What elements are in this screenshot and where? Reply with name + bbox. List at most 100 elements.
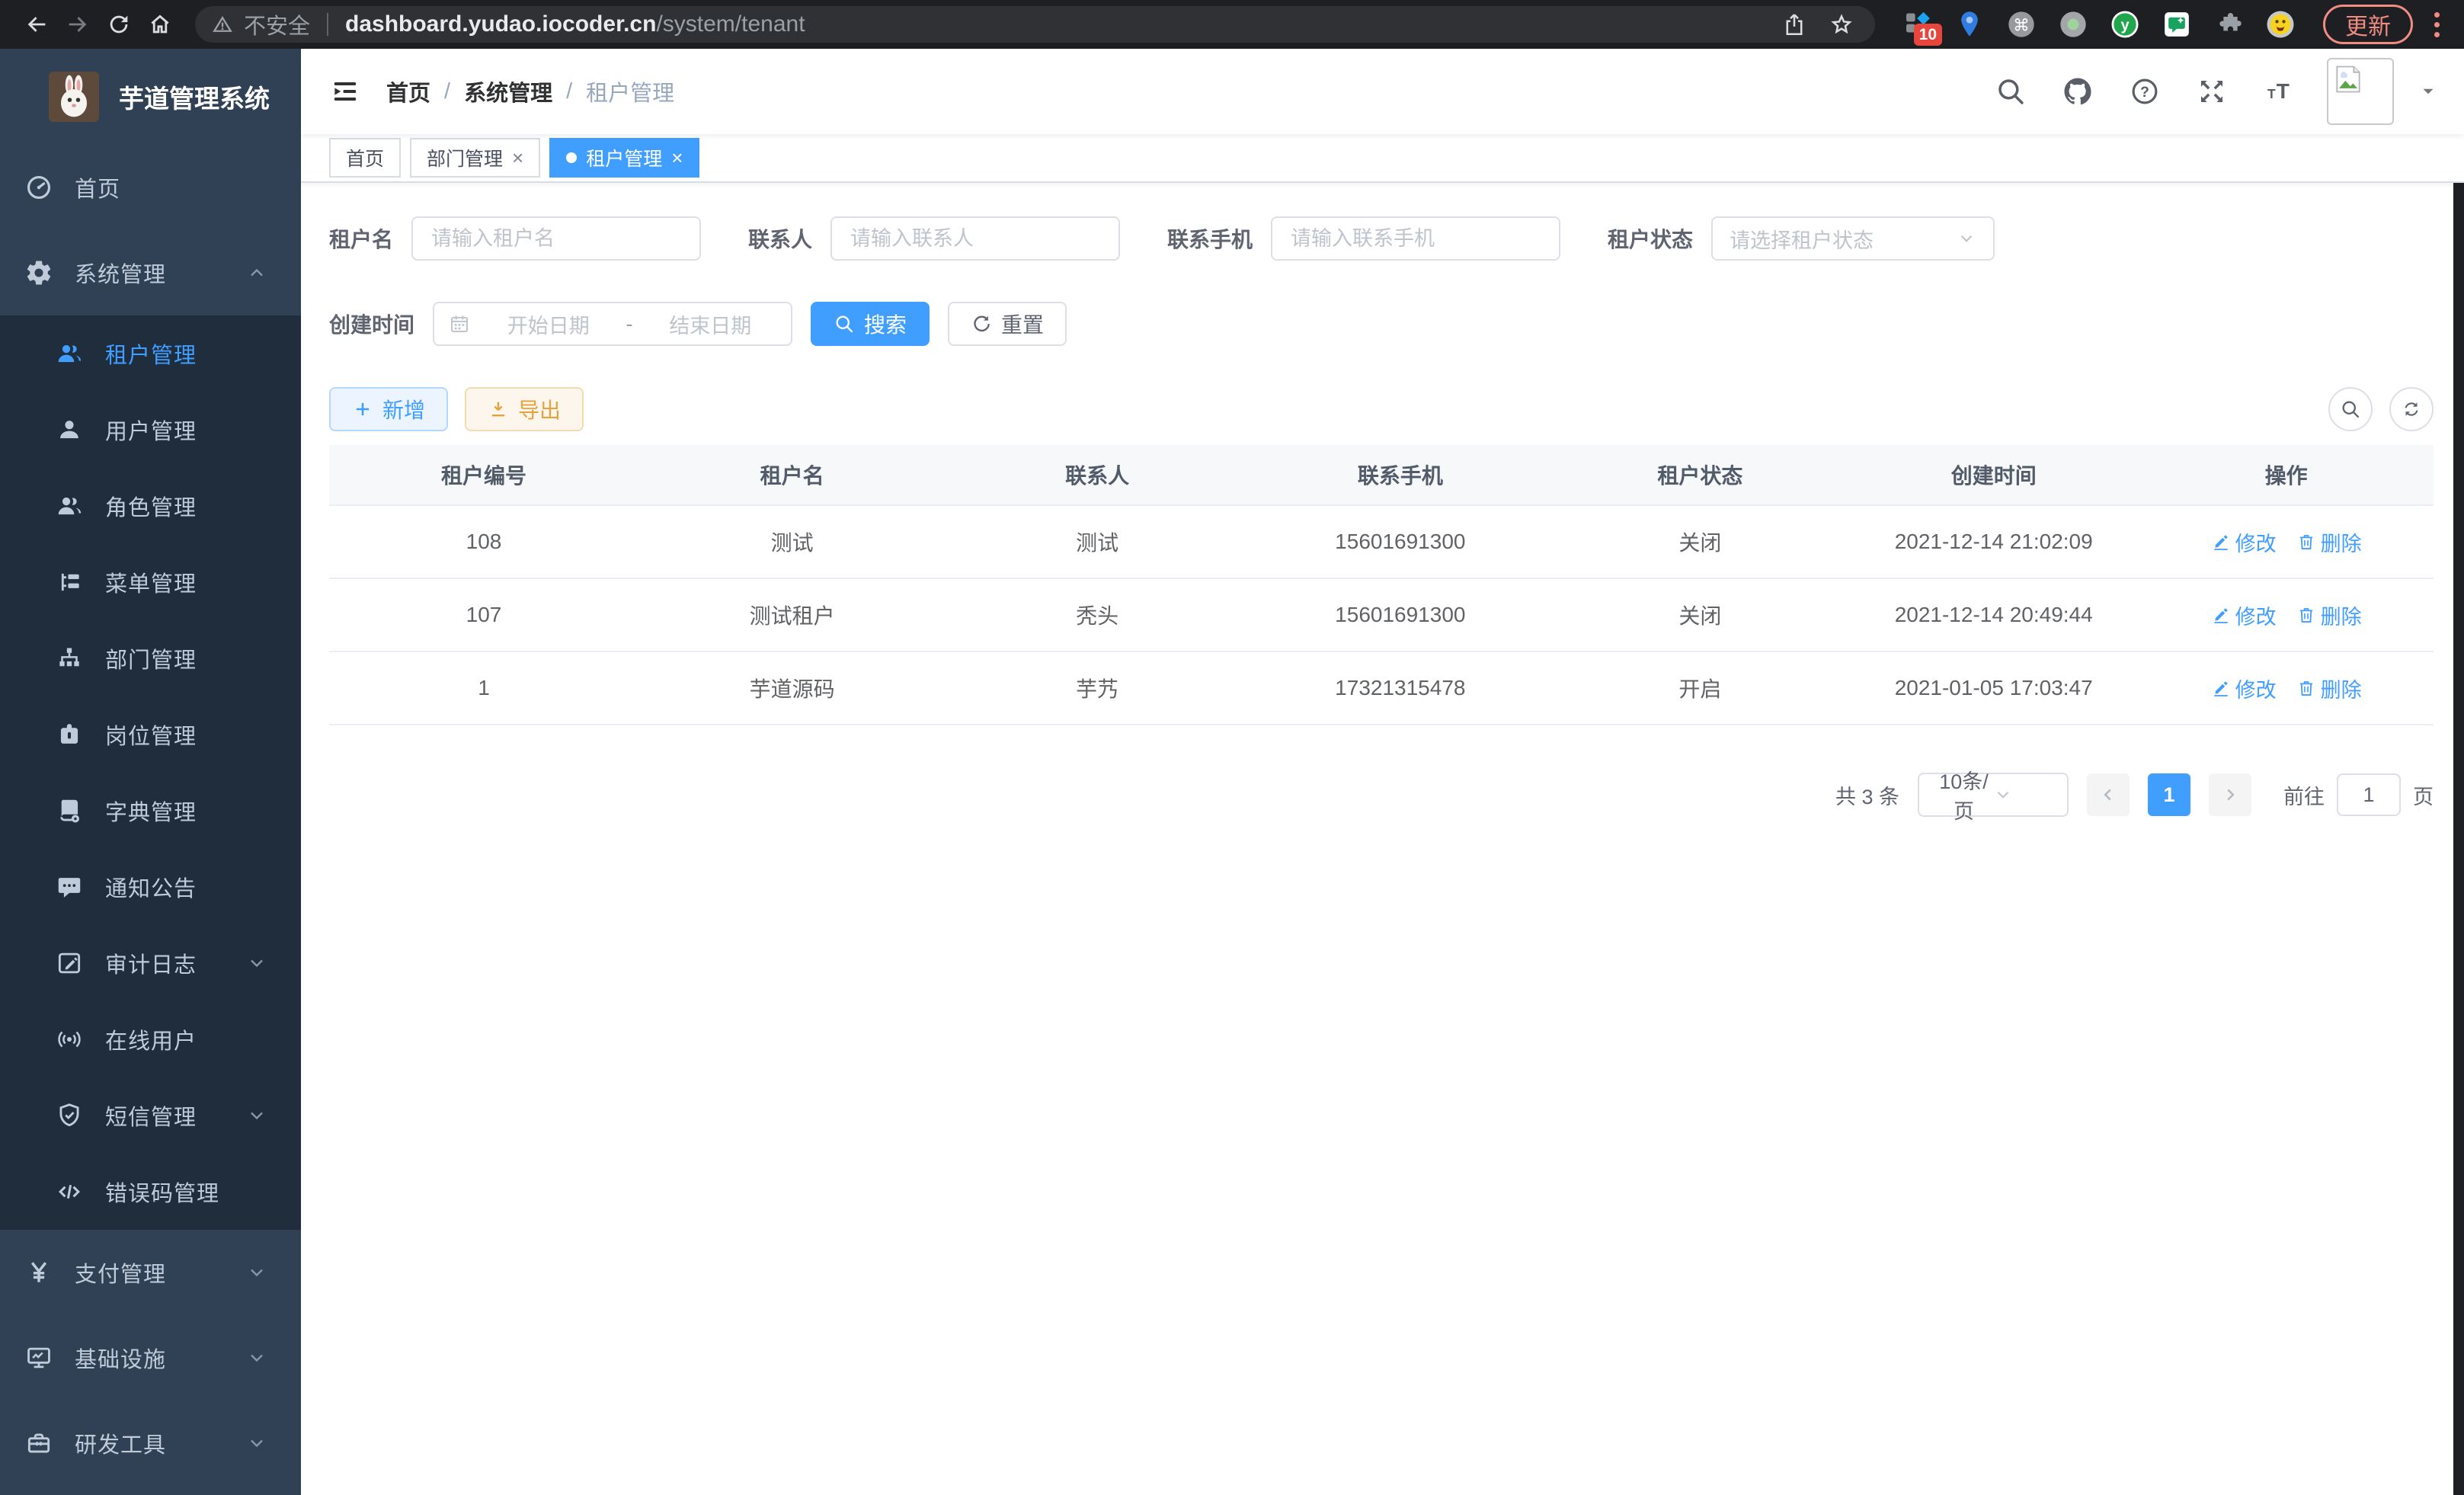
header-search-icon[interactable]: [1992, 72, 2030, 110]
share-icon[interactable]: [1778, 8, 1811, 41]
chevron-down-icon: [1993, 785, 2052, 805]
sidebar-item-sms[interactable]: 短信管理: [0, 1077, 301, 1154]
reset-button[interactable]: 重置: [948, 302, 1067, 346]
edit-link[interactable]: 修改: [2211, 674, 2277, 703]
sidebar-item-tenant[interactable]: 租户管理: [0, 315, 301, 392]
reload-icon[interactable]: [102, 8, 136, 41]
search-button[interactable]: 搜索: [811, 302, 930, 346]
end-date-placeholder[interactable]: 结束日期: [644, 309, 778, 339]
sidebar-toggle-icon[interactable]: [327, 73, 363, 110]
cell-name: 测试: [638, 527, 946, 557]
page-number-1[interactable]: 1: [2148, 773, 2190, 816]
close-icon[interactable]: ×: [671, 148, 683, 168]
sidebar-item-dept[interactable]: 部门管理: [0, 620, 301, 696]
sidebar-item-pay[interactable]: 支付管理: [0, 1230, 301, 1315]
chrome-menu-icon[interactable]: [2434, 12, 2440, 37]
sidebar-item-menu[interactable]: 菜单管理: [0, 544, 301, 620]
page-size-select[interactable]: 10条/页: [1918, 773, 2069, 817]
column-header: 联系人: [946, 459, 1249, 490]
svg-text:?: ?: [2140, 85, 2149, 101]
avatar[interactable]: [2327, 58, 2394, 125]
chat-extension-icon[interactable]: [2160, 8, 2194, 41]
sidebar-item-system[interactable]: 系统管理: [0, 230, 301, 315]
sidebar-item-user[interactable]: 用户管理: [0, 392, 301, 468]
font-size-icon[interactable]: TT: [2260, 72, 2298, 110]
trash-icon: [2296, 605, 2316, 625]
browser-toolbar: 不安全 dashboard.yudao.iocoder.cn/system/te…: [0, 0, 2464, 49]
sidebar-item-audit[interactable]: 审计日志: [0, 925, 301, 1001]
breadcrumb-home[interactable]: 首页: [386, 75, 430, 107]
github-icon[interactable]: [2059, 72, 2097, 110]
svg-text:T: T: [2267, 86, 2276, 101]
back-icon[interactable]: [20, 8, 53, 41]
map-pin-extension-icon[interactable]: [1953, 8, 1986, 41]
page-content: 租户名 联系人 联系手机 租户状态 请选择租户状态: [301, 183, 2464, 1495]
sidebar-item-online[interactable]: 在线用户: [0, 1001, 301, 1077]
sidebar-item-devtools[interactable]: 研发工具: [0, 1401, 301, 1486]
edit-link[interactable]: 修改: [2211, 600, 2277, 630]
sidebar-item-role[interactable]: 角色管理: [0, 468, 301, 544]
user-icon: [53, 414, 85, 446]
help-icon[interactable]: ?: [2126, 72, 2164, 110]
export-button[interactable]: 导出: [465, 387, 584, 431]
delete-link[interactable]: 删除: [2296, 674, 2362, 703]
refresh-icon: [971, 313, 992, 335]
sidebar-item-post[interactable]: 岗位管理: [0, 696, 301, 773]
sidebar-item-dict[interactable]: 字典管理: [0, 773, 301, 849]
dashboard-icon: [23, 171, 55, 203]
filter-row-2: 创建时间 开始日期 - 结束日期 搜索 重置: [329, 302, 2434, 346]
dot-extension-icon[interactable]: [2056, 8, 2090, 41]
prev-page-button[interactable]: [2087, 773, 2130, 816]
cell-name: 测试租户: [638, 600, 946, 630]
edit-link[interactable]: 修改: [2211, 527, 2277, 557]
toggle-search-button[interactable]: [2328, 387, 2373, 431]
close-icon[interactable]: ×: [512, 148, 523, 168]
sidebar-item-errcode[interactable]: 错误码管理: [0, 1154, 301, 1230]
app-logo-row[interactable]: 芋道管理系统: [0, 49, 301, 145]
forward-icon[interactable]: [61, 8, 94, 41]
emoji-extension-icon[interactable]: [2264, 8, 2297, 41]
not-secure-warning-icon[interactable]: [212, 14, 233, 35]
address-bar[interactable]: 不安全 dashboard.yudao.iocoder.cn/system/te…: [195, 6, 1875, 43]
next-page-button[interactable]: [2209, 773, 2251, 816]
start-date-placeholder[interactable]: 开始日期: [482, 309, 616, 339]
svg-text:⌘: ⌘: [2013, 15, 2030, 34]
extension-grid-icon[interactable]: 10: [1901, 8, 1934, 41]
date-range-picker[interactable]: 开始日期 - 结束日期: [433, 302, 792, 346]
url-text: dashboard.yudao.iocoder.cn/system/tenant: [345, 11, 1767, 37]
breadcrumb-system[interactable]: 系统管理: [464, 75, 552, 107]
post-badge-icon: [53, 719, 85, 751]
fullscreen-icon[interactable]: [2193, 72, 2231, 110]
sidebar-item-home[interactable]: 首页: [0, 145, 301, 230]
refresh-table-button[interactable]: [2389, 387, 2434, 431]
sidebar-item-infra[interactable]: 基础设施: [0, 1315, 301, 1401]
yudao-extension-icon[interactable]: y: [2108, 8, 2142, 41]
tenant-name-input[interactable]: [411, 216, 701, 261]
mobile-input[interactable]: [1271, 216, 1560, 261]
delete-link[interactable]: 删除: [2296, 600, 2362, 630]
tab-dept[interactable]: 部门管理×: [410, 138, 540, 178]
chevron-down-icon: [1957, 229, 1976, 248]
chrome-update-button[interactable]: 更新: [2323, 5, 2413, 44]
scrollbar-track[interactable]: [2453, 49, 2464, 1495]
table-row: 107测试租户秃头15601691300关闭2021-12-14 20:49:4…: [329, 579, 2434, 652]
goto-page-input[interactable]: [2337, 773, 2401, 816]
home-icon[interactable]: [143, 8, 177, 41]
delete-link[interactable]: 删除: [2296, 527, 2362, 557]
edit-icon: [2211, 678, 2231, 698]
sidebar-menu: 首页系统管理租户管理用户管理角色管理菜单管理部门管理岗位管理字典管理通知公告审计…: [0, 145, 301, 1486]
trash-icon: [2296, 678, 2316, 698]
puzzle-extension-icon[interactable]: [2212, 8, 2245, 41]
tab-home[interactable]: 首页: [329, 138, 401, 178]
table-toolbar: 新增 导出: [329, 387, 2434, 431]
tab-tenant[interactable]: 租户管理×: [549, 138, 699, 178]
search-icon: [834, 313, 855, 335]
status-select[interactable]: 请选择租户状态: [1711, 216, 1995, 261]
contact-input[interactable]: [830, 216, 1120, 261]
bookmark-star-icon[interactable]: [1825, 8, 1858, 41]
add-button[interactable]: 新增: [329, 387, 448, 431]
avatar-caret-down-icon[interactable]: [2418, 82, 2438, 101]
sidebar-item-notice[interactable]: 通知公告: [0, 849, 301, 925]
command-extension-icon[interactable]: ⌘: [2005, 8, 2038, 41]
cell-mobile: 17321315478: [1249, 676, 1552, 700]
